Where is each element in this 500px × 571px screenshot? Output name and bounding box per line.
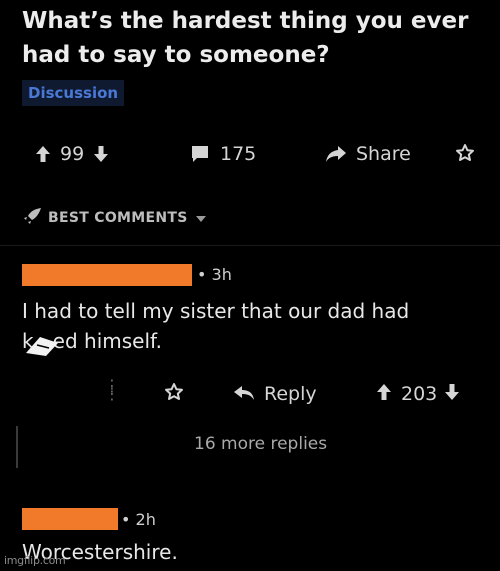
post-vote-bar: 99 bbox=[36, 141, 109, 167]
comment-age: • 2h bbox=[121, 510, 156, 529]
comment-count: 175 bbox=[220, 143, 257, 165]
comment-icon bbox=[192, 146, 208, 162]
comment-vote-bar: 203 bbox=[377, 380, 460, 408]
chevron-down-icon bbox=[195, 210, 206, 226]
upvote-icon[interactable] bbox=[377, 383, 391, 405]
sort-label: BEST COMMENTS bbox=[48, 210, 188, 226]
reply-icon bbox=[234, 383, 254, 405]
post-flair[interactable]: Discussion bbox=[22, 80, 125, 106]
comment-sort-dropdown[interactable]: BEST COMMENTS bbox=[24, 208, 206, 228]
reply-button[interactable]: Reply bbox=[234, 380, 317, 408]
more-replies-link[interactable]: 16 more replies bbox=[194, 434, 327, 454]
share-label: Share bbox=[356, 143, 411, 165]
share-button[interactable]: Share bbox=[326, 141, 411, 167]
comment-text-line: k ed himself. bbox=[22, 329, 162, 353]
mod-shield-icon bbox=[24, 335, 60, 361]
upvote-icon[interactable] bbox=[36, 146, 50, 162]
comment-body: Worcestershire. bbox=[22, 540, 178, 564]
watermark: imgflip.com bbox=[4, 554, 66, 567]
share-icon bbox=[326, 146, 346, 162]
thread-line[interactable] bbox=[16, 426, 18, 468]
rocket-icon bbox=[24, 208, 42, 228]
star-icon bbox=[164, 382, 184, 407]
reply-label: Reply bbox=[264, 383, 317, 405]
comment-age: • 3h bbox=[197, 265, 232, 284]
downvote-icon[interactable] bbox=[94, 146, 109, 162]
save-comment-button[interactable] bbox=[164, 380, 184, 408]
redacted-username bbox=[22, 508, 118, 530]
comment-text-line: I had to tell my sister that our dad had bbox=[22, 299, 410, 323]
downvote-icon[interactable] bbox=[445, 383, 460, 405]
more-dots-icon[interactable]: ⋮ ⋮ bbox=[104, 378, 120, 402]
divider bbox=[0, 245, 500, 246]
post-score: 99 bbox=[60, 143, 85, 165]
star-icon[interactable] bbox=[455, 143, 475, 167]
comment-score: 203 bbox=[401, 383, 438, 405]
redacted-username bbox=[22, 264, 192, 286]
comment-body: I had to tell my sister that our dad had… bbox=[22, 296, 492, 356]
comments-button[interactable]: 175 bbox=[192, 141, 256, 167]
post-title: What’s the hardest thing you ever had to… bbox=[22, 8, 469, 68]
